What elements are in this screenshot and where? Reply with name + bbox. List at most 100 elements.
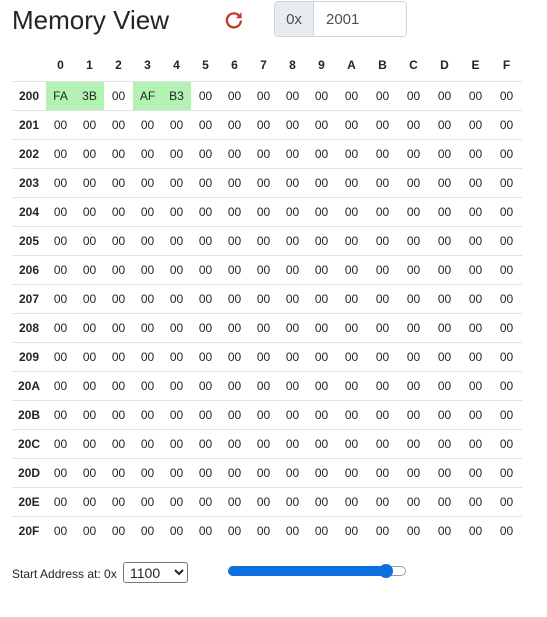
memory-cell[interactable]: 00 xyxy=(104,516,133,545)
memory-cell[interactable]: 00 xyxy=(278,458,307,487)
memory-cell[interactable]: 00 xyxy=(460,342,491,371)
memory-cell[interactable]: 00 xyxy=(367,284,398,313)
memory-cell[interactable]: 00 xyxy=(46,284,75,313)
memory-cell[interactable]: 00 xyxy=(75,400,104,429)
memory-cell[interactable]: 00 xyxy=(46,168,75,197)
memory-cell[interactable]: 00 xyxy=(133,313,162,342)
memory-cell[interactable]: 00 xyxy=(75,458,104,487)
memory-cell[interactable]: 00 xyxy=(336,313,367,342)
memory-cell[interactable]: 00 xyxy=(336,342,367,371)
memory-cell[interactable]: 00 xyxy=(336,284,367,313)
memory-cell[interactable]: 00 xyxy=(220,255,249,284)
memory-cell[interactable]: 00 xyxy=(46,110,75,139)
memory-cell[interactable]: 00 xyxy=(398,371,429,400)
memory-cell[interactable]: 00 xyxy=(191,400,220,429)
memory-cell[interactable]: 00 xyxy=(367,197,398,226)
memory-cell[interactable]: 00 xyxy=(46,458,75,487)
memory-cell[interactable]: 00 xyxy=(336,400,367,429)
memory-cell[interactable]: 00 xyxy=(75,429,104,458)
memory-cell[interactable]: 00 xyxy=(75,255,104,284)
memory-cell[interactable]: 00 xyxy=(429,168,460,197)
memory-cell[interactable]: 00 xyxy=(249,168,278,197)
memory-cell[interactable]: 00 xyxy=(191,81,220,110)
memory-cell[interactable]: 00 xyxy=(367,342,398,371)
memory-cell[interactable]: 00 xyxy=(162,313,191,342)
memory-cell[interactable]: 00 xyxy=(46,342,75,371)
memory-cell[interactable]: 00 xyxy=(278,168,307,197)
memory-cell[interactable]: 00 xyxy=(429,284,460,313)
memory-cell[interactable]: 3B xyxy=(75,81,104,110)
memory-cell[interactable]: 00 xyxy=(429,342,460,371)
start-address-select[interactable]: 1100 xyxy=(123,562,188,583)
memory-cell[interactable]: 00 xyxy=(278,255,307,284)
memory-cell[interactable]: 00 xyxy=(249,371,278,400)
memory-cell[interactable]: 00 xyxy=(75,168,104,197)
address-input[interactable] xyxy=(314,2,406,36)
memory-cell[interactable]: 00 xyxy=(367,516,398,545)
memory-cell[interactable]: 00 xyxy=(398,429,429,458)
memory-cell[interactable]: 00 xyxy=(46,487,75,516)
memory-cell[interactable]: 00 xyxy=(491,226,522,255)
memory-cell[interactable]: 00 xyxy=(75,313,104,342)
memory-cell[interactable]: 00 xyxy=(162,110,191,139)
memory-cell[interactable]: 00 xyxy=(398,313,429,342)
memory-cell[interactable]: 00 xyxy=(307,255,336,284)
memory-cell[interactable]: 00 xyxy=(249,458,278,487)
memory-cell[interactable]: 00 xyxy=(460,516,491,545)
memory-cell[interactable]: 00 xyxy=(133,400,162,429)
memory-cell[interactable]: 00 xyxy=(460,284,491,313)
memory-cell[interactable]: AF xyxy=(133,81,162,110)
memory-cell[interactable]: 00 xyxy=(278,197,307,226)
memory-cell[interactable]: 00 xyxy=(336,458,367,487)
memory-cell[interactable]: 00 xyxy=(307,139,336,168)
memory-cell[interactable]: 00 xyxy=(460,313,491,342)
memory-cell[interactable]: 00 xyxy=(429,371,460,400)
memory-cell[interactable]: 00 xyxy=(162,255,191,284)
memory-cell[interactable]: 00 xyxy=(133,110,162,139)
memory-cell[interactable]: 00 xyxy=(429,81,460,110)
memory-cell[interactable]: 00 xyxy=(491,110,522,139)
refresh-icon[interactable] xyxy=(224,10,244,30)
memory-cell[interactable]: 00 xyxy=(429,516,460,545)
memory-cell[interactable]: 00 xyxy=(491,139,522,168)
memory-cell[interactable]: 00 xyxy=(104,487,133,516)
memory-cell[interactable]: 00 xyxy=(460,255,491,284)
memory-cell[interactable]: 00 xyxy=(220,429,249,458)
memory-cell[interactable]: 00 xyxy=(191,139,220,168)
memory-cell[interactable]: 00 xyxy=(491,255,522,284)
memory-cell[interactable]: B3 xyxy=(162,81,191,110)
memory-cell[interactable]: 00 xyxy=(491,168,522,197)
memory-cell[interactable]: 00 xyxy=(220,313,249,342)
memory-cell[interactable]: 00 xyxy=(367,168,398,197)
memory-cell[interactable]: 00 xyxy=(307,458,336,487)
memory-cell[interactable]: 00 xyxy=(220,226,249,255)
memory-cell[interactable]: 00 xyxy=(133,487,162,516)
memory-cell[interactable]: 00 xyxy=(398,284,429,313)
memory-cell[interactable]: 00 xyxy=(278,429,307,458)
memory-cell[interactable]: 00 xyxy=(162,516,191,545)
memory-cell[interactable]: 00 xyxy=(429,487,460,516)
memory-cell[interactable]: 00 xyxy=(491,81,522,110)
memory-cell[interactable]: 00 xyxy=(220,516,249,545)
memory-cell[interactable]: 00 xyxy=(398,197,429,226)
memory-cell[interactable]: 00 xyxy=(249,197,278,226)
memory-cell[interactable]: 00 xyxy=(220,458,249,487)
memory-cell[interactable]: 00 xyxy=(429,429,460,458)
memory-cell[interactable]: 00 xyxy=(278,313,307,342)
memory-cell[interactable]: 00 xyxy=(460,168,491,197)
memory-cell[interactable]: 00 xyxy=(133,429,162,458)
memory-cell[interactable]: 00 xyxy=(191,429,220,458)
memory-cell[interactable]: 00 xyxy=(307,516,336,545)
memory-cell[interactable]: 00 xyxy=(162,197,191,226)
memory-cell[interactable]: 00 xyxy=(104,226,133,255)
memory-cell[interactable]: 00 xyxy=(491,371,522,400)
memory-cell[interactable]: 00 xyxy=(162,400,191,429)
memory-cell[interactable]: 00 xyxy=(460,400,491,429)
memory-cell[interactable]: 00 xyxy=(491,516,522,545)
memory-cell[interactable]: 00 xyxy=(162,284,191,313)
memory-cell[interactable]: 00 xyxy=(278,284,307,313)
memory-cell[interactable]: 00 xyxy=(162,168,191,197)
memory-cell[interactable]: 00 xyxy=(336,81,367,110)
memory-cell[interactable]: 00 xyxy=(278,110,307,139)
memory-cell[interactable]: 00 xyxy=(104,429,133,458)
